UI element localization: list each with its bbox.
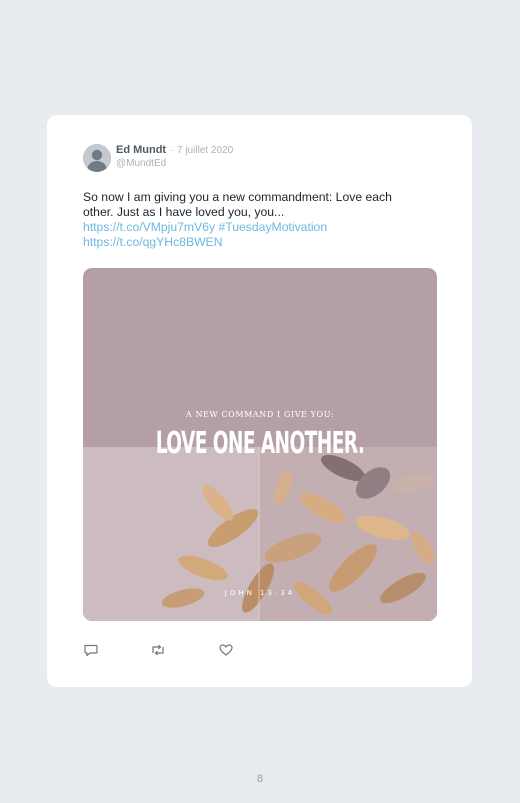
tweet-date[interactable]: 7 juillet 2020: [177, 145, 233, 156]
author-handle[interactable]: @MundtEd: [116, 158, 166, 169]
meta-separator: ·: [170, 145, 174, 156]
heart-icon: [219, 644, 233, 656]
tweet-links-line: https://t.co/qgYHc8BWEN: [83, 235, 443, 250]
page-number: 8: [256, 773, 264, 785]
tweet-card: Ed Mundt · 7 juillet 2020 @MundtEd So no…: [47, 115, 472, 687]
tweet-links-line: https://t.co/VMpju7mV6y #TuesdayMotivati…: [83, 220, 443, 235]
reply-icon: [84, 644, 98, 657]
hashtag-link[interactable]: #TuesdayMotivation: [218, 220, 327, 234]
tweet-text-line: other. Just as I have loved you, you...: [83, 205, 285, 219]
retweet-button[interactable]: [150, 642, 166, 658]
avatar[interactable]: [83, 144, 111, 172]
tweet-link[interactable]: https://t.co/qgYHc8BWEN: [83, 235, 223, 249]
user-silhouette-icon: [83, 144, 111, 172]
tweet-link[interactable]: https://t.co/VMpju7mV6y: [83, 220, 215, 234]
media-verse-reference: JOHN 13:34: [224, 589, 296, 597]
tweet-media-image[interactable]: A NEW COMMAND I GIVE YOU: LOVE ONE ANOTH…: [83, 268, 437, 621]
like-button[interactable]: [218, 642, 234, 658]
author-name[interactable]: Ed Mundt: [116, 144, 166, 156]
retweet-icon: [152, 644, 164, 656]
media-subtitle: A NEW COMMAND I GIVE YOU:: [185, 410, 335, 419]
tweet-text: So now I am giving you a new commandment…: [83, 190, 443, 250]
tweet-text-line: So now I am giving you a new commandment…: [83, 190, 392, 204]
reply-button[interactable]: [83, 642, 99, 658]
media-title: LOVE ONE ANOTHER.: [155, 426, 365, 461]
